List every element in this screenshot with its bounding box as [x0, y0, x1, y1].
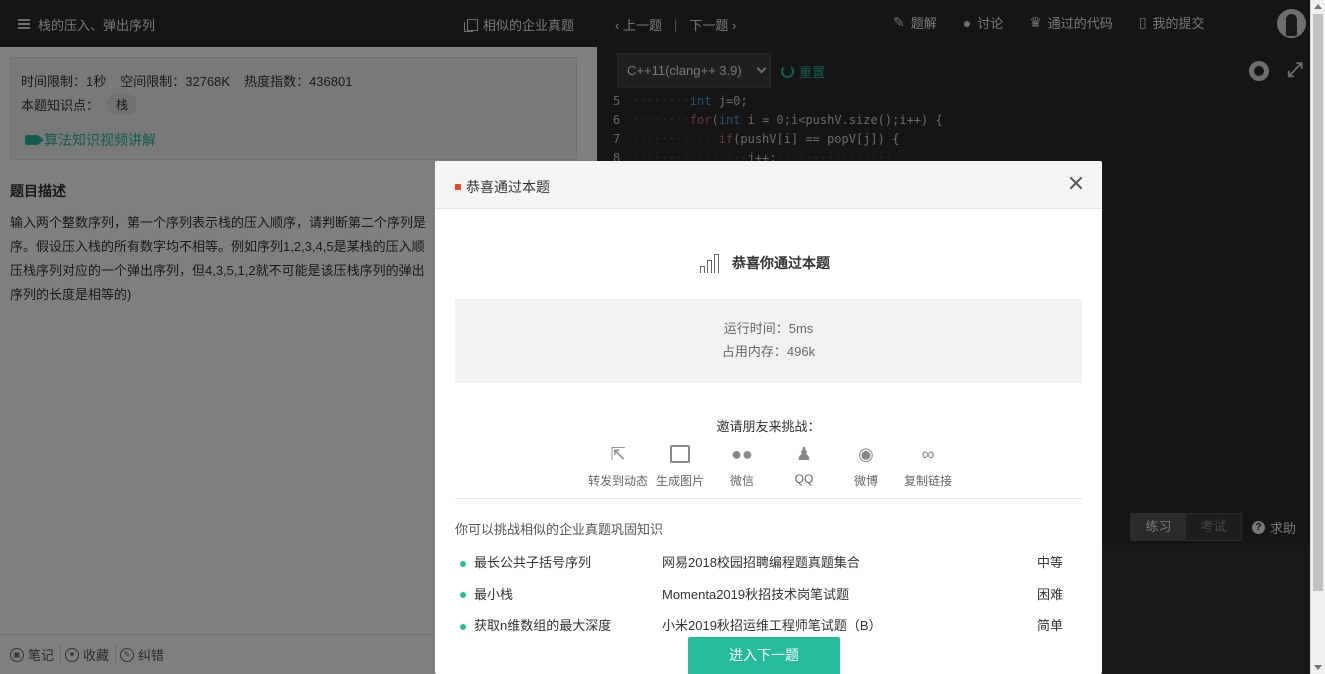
next-question-button[interactable]: 进入下一题 [688, 637, 840, 674]
list-item[interactable]: 最小栈 Momenta2019秋招技术岗笔试题 困难 [455, 578, 1082, 610]
bullet-dot [460, 560, 466, 567]
success-modal: 恭喜通过本题 恭喜你通过本题 运行时间：5ms 占用内存：496k 邀请朋友来挑… [435, 161, 1102, 674]
share-options: ⇱ 转发到动态 生成图片 ●● 微信 ♟ QQ ◉ 微博 ∞ 复制链接 [587, 442, 959, 489]
modal-title: 恭喜通过本题 [455, 177, 550, 197]
question-source[interactable]: Momenta2019秋招技术岗笔试题 [662, 584, 849, 603]
page-scrollbar[interactable] [1310, 0, 1325, 674]
bullet-dot [460, 623, 466, 630]
scroll-up-arrow-icon[interactable] [1314, 4, 1322, 9]
image-icon [670, 445, 690, 463]
weibo-icon: ◉ [858, 443, 874, 464]
share-qq-button[interactable]: ♟ QQ [773, 442, 835, 489]
difficulty-level: 困难 [1037, 586, 1064, 602]
copy-link-button[interactable]: ∞ 复制链接 [897, 442, 959, 489]
wechat-icon: ●● [731, 443, 753, 464]
list-item[interactable]: 获取n维数组的最大深度 小米2019秋招运维工程师笔试题（B） 简单 [455, 609, 1082, 641]
similar-questions-list: 最长公共子括号序列 网易2018校园招聘编程题真题集合 中等 最小栈 Momen… [455, 546, 1082, 641]
share-external-icon: ⇱ [610, 443, 626, 464]
share-weibo-button[interactable]: ◉ 微博 [835, 442, 897, 489]
bullet-dot [460, 592, 466, 599]
memory-stat: 占用内存：496k [721, 344, 816, 359]
qq-icon: ♟ [795, 443, 813, 464]
scrollbar-thumb[interactable] [1313, 14, 1323, 591]
scroll-down-arrow-icon[interactable] [1314, 665, 1322, 670]
runtime-stat: 运行时间：5ms [723, 321, 814, 336]
difficulty-level: 中等 [1037, 555, 1064, 571]
question-source[interactable]: 小米2019秋招运维工程师笔试题（B） [662, 615, 882, 634]
generate-image-button[interactable]: 生成图片 [649, 442, 711, 489]
title-marker [455, 184, 461, 190]
growth-chart-icon [698, 247, 724, 273]
divider [455, 498, 1082, 499]
link-icon: ∞ [921, 443, 935, 464]
question-source[interactable]: 网易2018校园招聘编程题真题集合 [662, 552, 860, 571]
question-name[interactable]: 最长公共子括号序列 [474, 552, 591, 571]
list-item[interactable]: 最长公共子括号序列 网易2018校园招聘编程题真题集合 中等 [455, 546, 1082, 578]
similar-questions-title: 你可以挑战相似的企业真题巩固知识 [455, 522, 664, 537]
share-wechat-button[interactable]: ●● 微信 [711, 442, 773, 489]
share-to-feed-button[interactable]: ⇱ 转发到动态 [587, 442, 649, 489]
question-name[interactable]: 最小栈 [474, 584, 513, 603]
run-stats: 运行时间：5ms 占用内存：496k [455, 299, 1082, 383]
success-message: 恭喜你通过本题 [698, 247, 830, 273]
invite-text: 邀请朋友来挑战： [716, 419, 821, 434]
question-name[interactable]: 获取n维数组的最大深度 [474, 615, 611, 634]
modal-header: 恭喜通过本题 [435, 161, 1102, 209]
difficulty-level: 简单 [1037, 618, 1064, 634]
close-icon[interactable] [1068, 175, 1084, 191]
